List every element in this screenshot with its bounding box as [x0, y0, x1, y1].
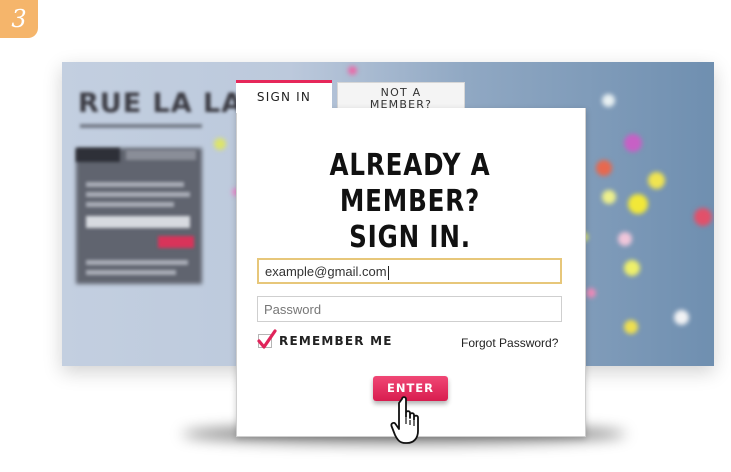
confetti-ball	[348, 66, 357, 75]
background-text-blur	[86, 182, 184, 187]
background-text-blur	[86, 260, 188, 265]
background-field-blur	[86, 216, 190, 228]
confetti-ball	[618, 232, 632, 246]
remember-me-label: REMEMBER ME	[279, 334, 393, 348]
forgot-password-link[interactable]: Forgot Password?	[461, 336, 558, 350]
email-field[interactable]: example@gmail.com	[257, 258, 562, 284]
confetti-ball	[628, 194, 648, 214]
hand-pointer-cursor-icon	[390, 396, 419, 444]
background-text-blur	[86, 270, 176, 275]
confetti-ball	[214, 138, 226, 150]
background-tagline-blur	[80, 124, 202, 128]
remember-me-control[interactable]: REMEMBER ME	[257, 329, 393, 349]
background-text-blur	[86, 202, 174, 207]
email-field-value: example@gmail.com	[265, 264, 387, 279]
tab-sign-in[interactable]: SIGN IN	[236, 80, 332, 113]
tab-not-a-member[interactable]: NOT A MEMBER?	[337, 82, 465, 111]
background-button-blur	[158, 236, 194, 248]
confetti-ball	[602, 190, 616, 204]
confetti-ball	[586, 288, 596, 298]
confetti-ball	[602, 94, 615, 107]
confetti-ball	[624, 260, 640, 276]
password-field[interactable]: Password	[257, 296, 562, 322]
background-text-blur	[86, 192, 190, 197]
checkmark-icon	[257, 329, 277, 349]
text-caret	[387, 265, 389, 280]
confetti-ball	[648, 172, 665, 189]
confetti-ball	[694, 208, 712, 226]
page-title: ALREADY A MEMBER? SIGN IN.	[267, 148, 552, 256]
remember-me-checkbox[interactable]	[257, 329, 277, 349]
step-number-badge: 3	[0, 0, 38, 38]
background-site-logo: RUE LA LA	[78, 88, 244, 119]
background-panel-tab	[76, 148, 120, 162]
heading-line-2: SIGN IN.	[349, 220, 471, 255]
confetti-ball	[624, 320, 638, 334]
heading-line-1: ALREADY A MEMBER?	[329, 148, 491, 219]
password-placeholder: Password	[264, 302, 322, 317]
confetti-ball	[596, 160, 612, 176]
confetti-ball	[674, 310, 689, 325]
background-panel-tab	[126, 150, 196, 160]
confetti-ball	[624, 134, 642, 152]
